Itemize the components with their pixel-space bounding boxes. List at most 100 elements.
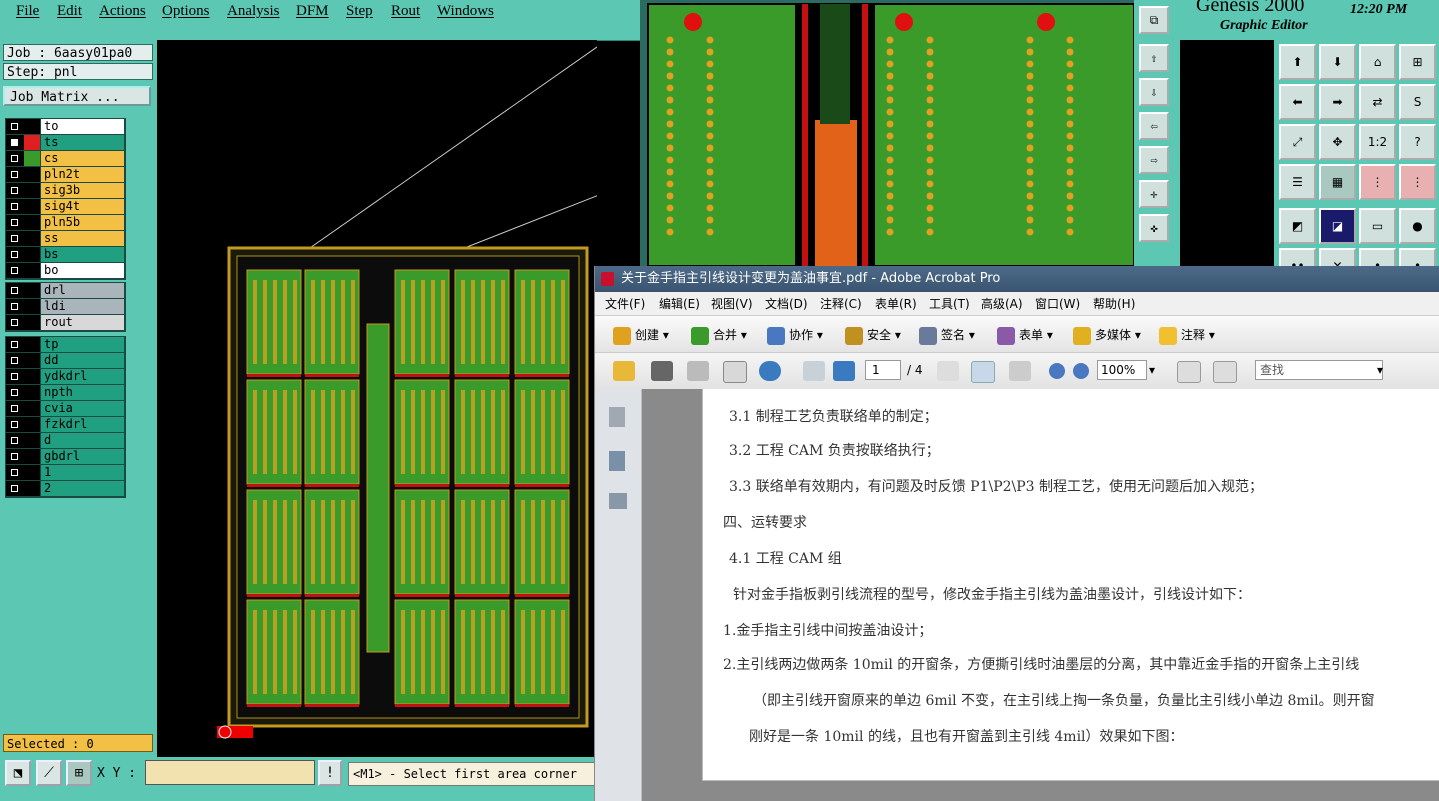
mirror-icon[interactable]: ⇄ xyxy=(1359,84,1396,120)
layer-row[interactable]: 1 xyxy=(6,465,125,481)
find-dropdown-icon[interactable]: ▾ xyxy=(1377,363,1383,377)
layer-checkbox[interactable] xyxy=(6,385,24,400)
menu-windows[interactable]: Windows xyxy=(437,3,494,20)
page-number-input[interactable]: 1 xyxy=(865,360,901,380)
layer-row[interactable]: sig4t xyxy=(6,199,125,215)
zoom-in-icon[interactable]: ✛ xyxy=(1139,180,1169,208)
prev-page-icon[interactable] xyxy=(803,361,825,381)
combine-button[interactable]: 合并 ▾ xyxy=(691,326,747,345)
layer-checkbox[interactable] xyxy=(6,231,24,246)
layer-row[interactable]: pln2t xyxy=(6,167,125,183)
zoom-view-canvas[interactable] xyxy=(640,0,1134,266)
job-matrix-button[interactable]: Job Matrix ... xyxy=(3,86,151,106)
layer-checkbox[interactable] xyxy=(6,417,24,432)
window-icon[interactable]: ⊞ xyxy=(1399,44,1436,80)
attachments-icon[interactable] xyxy=(609,493,627,509)
zoom-fit-icon[interactable]: ⧉ xyxy=(1139,6,1169,34)
menu-dfm[interactable]: DFM xyxy=(296,3,329,20)
layer-row[interactable]: d xyxy=(6,433,125,449)
create-button[interactable]: 创建 ▾ xyxy=(613,326,669,345)
layer-name[interactable]: cs xyxy=(41,151,124,166)
save-icon[interactable] xyxy=(687,361,709,381)
layer-row[interactable]: cs xyxy=(6,151,125,167)
arrow-down-icon[interactable]: ⇩ xyxy=(1139,78,1169,106)
zoom-tool-icon[interactable] xyxy=(1009,361,1031,381)
menu-tools-cn[interactable]: 工具(T) xyxy=(929,295,970,312)
alert-icon[interactable]: ! xyxy=(318,760,342,786)
zoom-level[interactable]: 100% xyxy=(1097,360,1147,380)
layer-checkbox[interactable] xyxy=(6,167,24,182)
arrow-right-icon[interactable]: ⇨ xyxy=(1139,146,1169,174)
layer-name[interactable]: sig3b xyxy=(41,183,124,198)
snap-grid-icon[interactable]: ⊞ xyxy=(66,760,92,786)
center-icon[interactable]: ✥ xyxy=(1319,124,1356,160)
layer-name[interactable]: ts xyxy=(41,135,124,150)
layer-checkbox[interactable] xyxy=(6,215,24,230)
layer-name[interactable]: drl xyxy=(41,283,124,298)
layer-row[interactable]: cvia xyxy=(6,401,125,417)
menu-help-cn[interactable]: 帮助(H) xyxy=(1093,295,1135,312)
menu-analysis[interactable]: Analysis xyxy=(227,3,280,20)
layer-name[interactable]: 2 xyxy=(41,481,124,496)
comment-button[interactable]: 注释 ▾ xyxy=(1159,326,1215,345)
menu-actions[interactable]: Actions xyxy=(99,3,146,20)
home-icon[interactable]: ⌂ xyxy=(1359,44,1396,80)
layer-name[interactable]: rout xyxy=(41,315,124,330)
layer-row[interactable]: rout xyxy=(6,315,125,331)
zoom-out-icon[interactable]: ✜ xyxy=(1139,214,1169,242)
layer-name[interactable]: npth xyxy=(41,385,124,400)
layer-row[interactable]: tp xyxy=(6,337,125,353)
menu-window-cn[interactable]: 窗口(W) xyxy=(1035,295,1080,312)
select-cursor-icon[interactable] xyxy=(937,361,959,381)
layer-checkbox[interactable] xyxy=(6,449,24,464)
layer-row[interactable]: sig3b xyxy=(6,183,125,199)
bookmarks-icon[interactable] xyxy=(609,451,625,471)
layer-checkbox[interactable] xyxy=(6,299,24,314)
menu-edit[interactable]: Edit xyxy=(57,3,82,20)
layer-checkbox[interactable] xyxy=(6,283,24,298)
layer-checkbox[interactable] xyxy=(6,151,24,166)
layer-checkbox[interactable] xyxy=(6,337,24,352)
layer-row[interactable]: ss xyxy=(6,231,125,247)
snake-icon[interactable]: S xyxy=(1399,84,1436,120)
layer-row[interactable]: bo xyxy=(6,263,125,279)
menu-step[interactable]: Step xyxy=(346,3,373,20)
ruler-icon[interactable]: ▭ xyxy=(1359,208,1396,244)
layer-name[interactable]: pln2t xyxy=(41,167,124,182)
menu-rout[interactable]: Rout xyxy=(391,3,420,20)
zoom-area-icon[interactable]: ⬔ xyxy=(5,760,31,786)
layer-checkbox[interactable] xyxy=(6,247,24,262)
layer-row[interactable]: ldi xyxy=(6,299,125,315)
layer-name[interactable]: pln5b xyxy=(41,215,124,230)
layer-checkbox[interactable] xyxy=(6,119,24,134)
move-up-icon[interactable]: ⬆ xyxy=(1279,44,1316,80)
collaborate-button[interactable]: 协作 ▾ xyxy=(767,326,823,345)
layer-name[interactable]: sig4t xyxy=(41,199,124,214)
pages-icon[interactable] xyxy=(609,407,625,427)
layer-checkbox[interactable] xyxy=(6,465,24,480)
layer-checkbox[interactable] xyxy=(6,135,24,150)
web-icon[interactable] xyxy=(759,361,781,381)
layer-row[interactable]: bs xyxy=(6,247,125,263)
layer-row[interactable]: drl xyxy=(6,283,125,299)
layer-row[interactable]: npth xyxy=(6,385,125,401)
hand-tool-icon[interactable] xyxy=(971,361,995,383)
zoom-out-icon[interactable] xyxy=(1049,363,1065,379)
forms-button[interactable]: 表单 ▾ xyxy=(997,326,1053,345)
layer-row[interactable]: gbdrl xyxy=(6,449,125,465)
layer-checkbox[interactable] xyxy=(6,353,24,368)
layer-name[interactable]: gbdrl xyxy=(41,449,124,464)
sign-button[interactable]: 签名 ▾ xyxy=(919,326,975,345)
layer-name[interactable]: bo xyxy=(41,263,124,278)
move-down-icon[interactable]: ⬇ xyxy=(1319,44,1356,80)
layer-row[interactable]: 2 xyxy=(6,481,125,497)
open-folder-icon[interactable] xyxy=(613,361,635,381)
scale-one-to-two-button[interactable]: 1:2 xyxy=(1359,124,1396,160)
layer-checkbox[interactable] xyxy=(6,183,24,198)
layer-checkbox[interactable] xyxy=(6,263,24,278)
route-icon[interactable]: ◪ xyxy=(1319,208,1356,244)
menu-file[interactable]: File xyxy=(16,3,39,20)
layer-row[interactable]: ts xyxy=(6,135,125,151)
features-icon[interactable]: ☰ xyxy=(1279,164,1316,200)
layer-name[interactable]: to xyxy=(41,119,124,134)
